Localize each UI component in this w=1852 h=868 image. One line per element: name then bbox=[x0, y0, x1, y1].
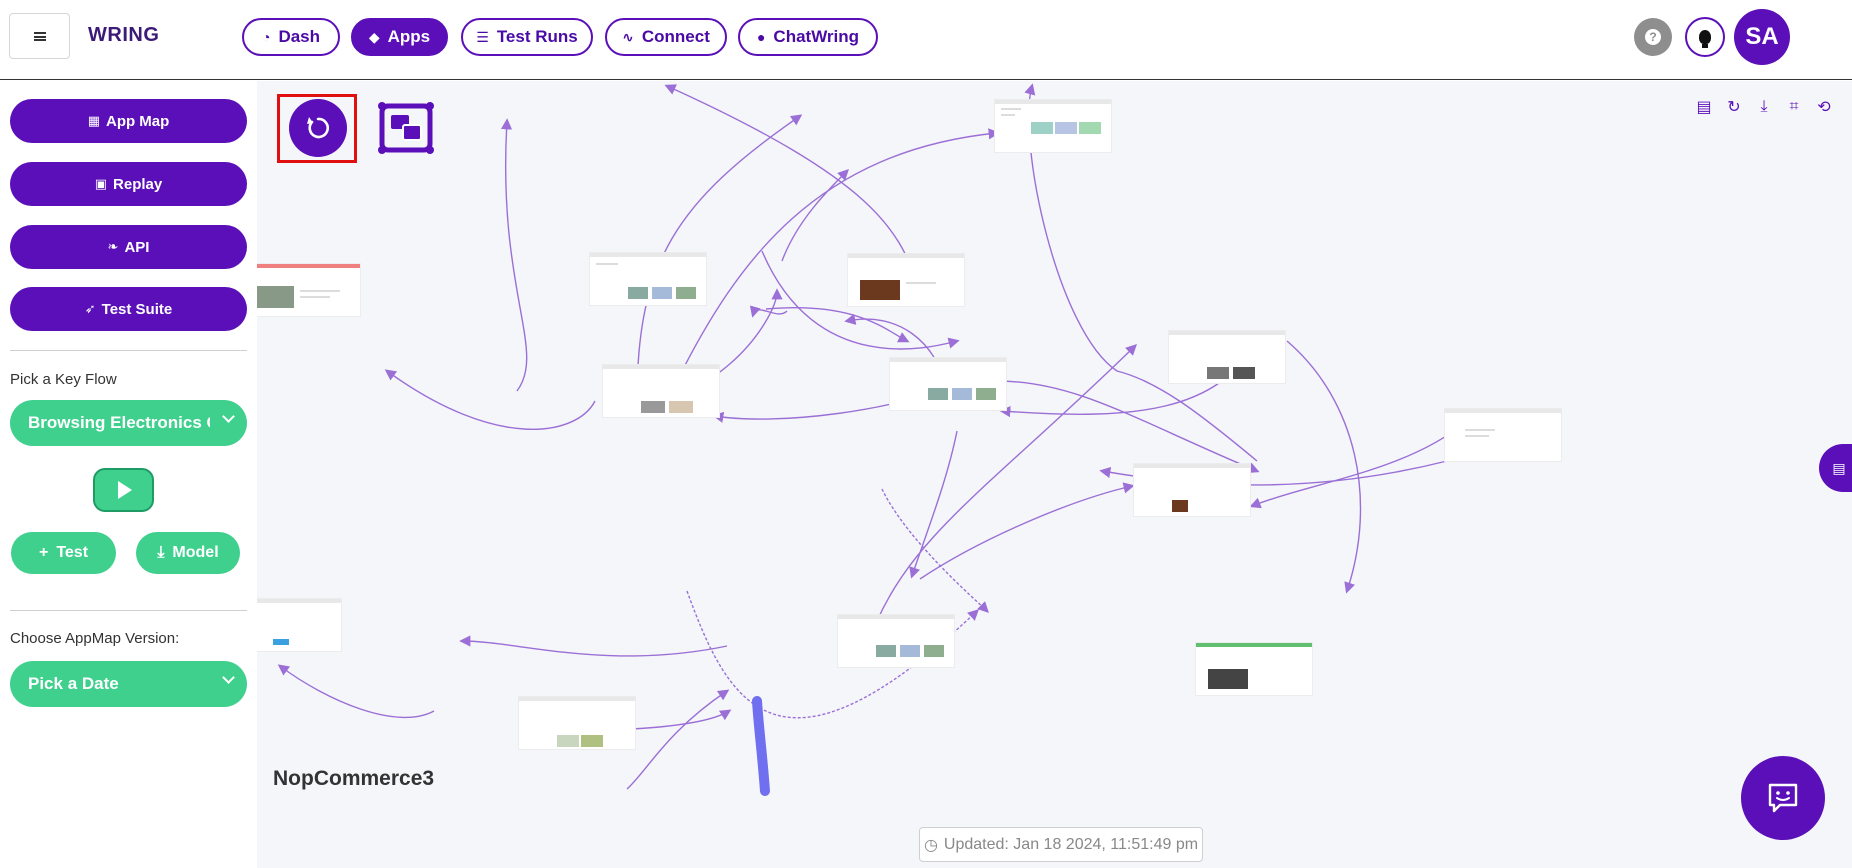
list-icon: ☰ bbox=[476, 28, 489, 45]
play-icon bbox=[118, 481, 132, 499]
version-select[interactable]: Pick a Date bbox=[10, 661, 247, 707]
play-flow-button[interactable] bbox=[93, 468, 154, 512]
page-node[interactable] bbox=[1444, 408, 1562, 462]
add-test-label: Test bbox=[56, 544, 89, 561]
edge bbox=[384, 369, 596, 431]
page-node[interactable] bbox=[602, 364, 720, 418]
clock-icon: ◷ bbox=[923, 836, 938, 854]
chevron-down-icon bbox=[222, 410, 235, 423]
download-model-label: Model bbox=[172, 544, 219, 561]
edge bbox=[996, 380, 1260, 473]
version-value: Pick a Date bbox=[28, 674, 119, 693]
nav-chatwring-label: ChatWring bbox=[773, 27, 860, 46]
edge bbox=[626, 689, 730, 790]
canvas-toolbar: ▤ ↻ ⤓ ⌗ ⟲ bbox=[1694, 97, 1834, 117]
sidebar-divider bbox=[10, 350, 247, 351]
lightbulb-icon bbox=[1699, 30, 1711, 48]
page-node[interactable] bbox=[847, 253, 965, 307]
user-avatar[interactable]: SA bbox=[1734, 9, 1790, 65]
page-node[interactable] bbox=[994, 99, 1112, 153]
page-node[interactable] bbox=[257, 263, 361, 317]
hamburger-menu-button[interactable] bbox=[9, 13, 70, 59]
map-icon: ▦ bbox=[87, 113, 100, 128]
app-map-button[interactable]: ▦ App Map bbox=[10, 99, 247, 143]
download-icon: ⤓ bbox=[157, 544, 165, 561]
cube-icon: ◆ bbox=[368, 28, 380, 45]
test-suite-button[interactable]: ➶ Test Suite bbox=[10, 287, 247, 331]
hamburger-icon bbox=[33, 31, 46, 41]
api-button[interactable]: ❧ API bbox=[10, 225, 247, 269]
edge bbox=[459, 635, 728, 657]
chat-bot-icon bbox=[1768, 783, 1798, 813]
app-map-canvas[interactable] bbox=[257, 81, 1852, 868]
document-icon[interactable]: ▤ bbox=[1694, 97, 1714, 117]
download-icon[interactable]: ⤓ bbox=[1754, 97, 1774, 117]
key-flow-value: Browsing Electronics Ca bbox=[28, 413, 210, 432]
crop-icon[interactable]: ⌗ bbox=[1784, 97, 1804, 117]
edge bbox=[500, 118, 528, 392]
pie-chart-icon: ◔ bbox=[261, 29, 271, 45]
page-node[interactable] bbox=[1195, 642, 1313, 696]
edge bbox=[919, 482, 1135, 580]
top-bar: WRING ◔ Dash ◆ Apps ☰ Test Runs ∿ Connec… bbox=[0, 0, 1852, 80]
key-flow-label: Pick a Key Flow bbox=[10, 371, 117, 388]
highlight-edge bbox=[752, 696, 770, 796]
key-flow-select[interactable]: Browsing Electronics Ca bbox=[10, 400, 247, 446]
chat-bubble-icon: ● bbox=[756, 29, 766, 45]
brand-logo: WRING bbox=[88, 24, 160, 46]
pulse-icon: ∿ bbox=[622, 28, 634, 45]
nav-test-runs[interactable]: ☰ Test Runs bbox=[461, 18, 593, 56]
nav-chatwring[interactable]: ● ChatWring bbox=[738, 18, 878, 56]
version-label: Choose AppMap Version: bbox=[10, 630, 180, 647]
nav-dash-label: Dash bbox=[278, 27, 321, 46]
app-map-label: App Map bbox=[105, 112, 170, 130]
updated-timestamp: ◷ Updated: Jan 18 2024, 11:51:49 pm bbox=[919, 827, 1203, 862]
page-node[interactable] bbox=[589, 252, 707, 306]
tips-button[interactable] bbox=[1685, 17, 1725, 57]
page-node[interactable] bbox=[837, 614, 955, 668]
edge bbox=[1286, 340, 1362, 594]
nav-apps-label: Apps bbox=[387, 27, 431, 46]
edge bbox=[277, 664, 435, 719]
nav-connect-label: Connect bbox=[641, 27, 710, 46]
sidebar-divider-2 bbox=[10, 610, 247, 611]
help-button[interactable]: ? bbox=[1634, 18, 1672, 56]
page-node[interactable] bbox=[889, 357, 1007, 411]
download-model-button[interactable]: ⤓ Model bbox=[136, 532, 240, 574]
replay-button[interactable]: ▣ Replay bbox=[10, 162, 247, 206]
fit-to-screen-button[interactable] bbox=[378, 102, 434, 154]
app-name-label: NopCommerce3 bbox=[273, 767, 435, 790]
page-node[interactable] bbox=[518, 696, 636, 750]
reset-view-button[interactable] bbox=[289, 99, 347, 157]
rotate-icon[interactable]: ⟲ bbox=[1814, 97, 1834, 117]
nav-connect[interactable]: ∿ Connect bbox=[605, 18, 727, 56]
chat-assistant-button[interactable] bbox=[1741, 756, 1825, 840]
help-icon: ? bbox=[1645, 29, 1661, 45]
edge bbox=[881, 488, 989, 613]
replay-label: Replay bbox=[113, 175, 163, 193]
nav-apps[interactable]: ◆ Apps bbox=[351, 18, 448, 56]
reset-icon bbox=[307, 117, 330, 139]
page-node[interactable] bbox=[257, 598, 342, 652]
refresh-icon[interactable]: ↻ bbox=[1724, 97, 1744, 117]
chevron-down-icon bbox=[222, 671, 235, 684]
page-node[interactable] bbox=[1133, 463, 1251, 517]
flow-graph bbox=[277, 83, 1468, 796]
updated-text: Updated: Jan 18 2024, 11:51:49 pm bbox=[943, 835, 1199, 853]
nav-test-runs-label: Test Runs bbox=[496, 27, 578, 46]
add-test-button[interactable]: + Test bbox=[11, 532, 116, 574]
nav-dash[interactable]: ◔ Dash bbox=[242, 18, 340, 56]
api-label: API bbox=[124, 238, 150, 256]
fit-screen-icon bbox=[378, 102, 434, 154]
rocket-icon: ➶ bbox=[84, 301, 96, 316]
film-icon: ▣ bbox=[94, 176, 108, 191]
leaf-icon: ❧ bbox=[107, 239, 119, 254]
page-node[interactable] bbox=[1168, 330, 1286, 384]
panel-icon: ▤ bbox=[1832, 459, 1846, 476]
test-suite-label: Test Suite bbox=[101, 300, 173, 318]
plus-icon: + bbox=[38, 544, 49, 561]
